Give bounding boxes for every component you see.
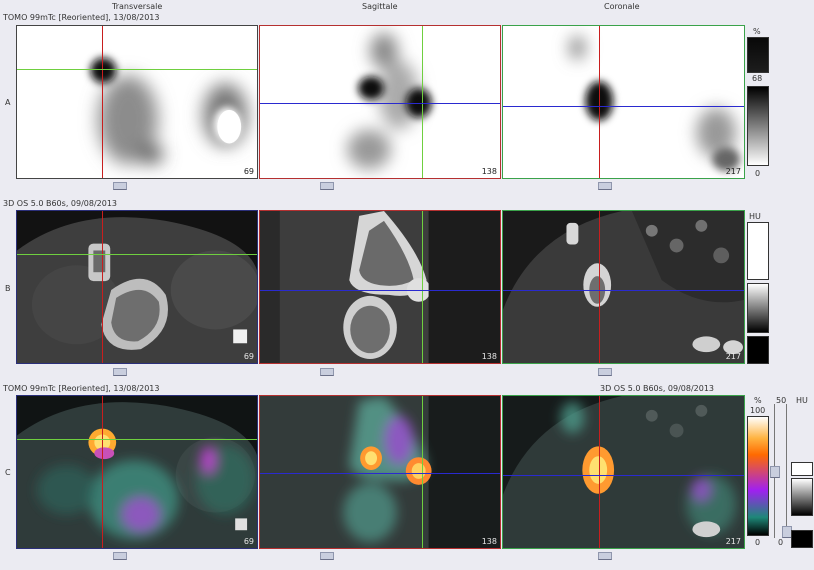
slice-slider-b-sagittal[interactable]: [320, 368, 334, 376]
slice-slider-c-sagittal[interactable]: [320, 552, 334, 560]
slice-number: 217: [725, 537, 741, 546]
fusion-nm-unit: %: [754, 396, 762, 405]
slice-slider-b-coronal[interactable]: [598, 368, 612, 376]
crosshair-horizontal: [503, 475, 744, 476]
row-b-series-label: 3D OS 5.0 B60s, 09/08/2013: [3, 199, 118, 208]
viewport-b-transversal[interactable]: 69: [16, 210, 258, 364]
crosshair-horizontal: [260, 473, 500, 474]
nm-grayscale-bar[interactable]: [747, 86, 769, 166]
slice-slider-b-transversal[interactable]: [113, 368, 127, 376]
slice-slider-a-transversal[interactable]: [113, 182, 127, 190]
header-transversale: Transversale: [112, 2, 163, 11]
row-c-ct-series-label: 3D OS 5.0 B60s, 09/08/2013: [600, 384, 715, 393]
crosshair-vertical: [599, 396, 600, 548]
fusion-ct-track: [786, 404, 787, 538]
row-a-series-label: TOMO 99mTc [Reoriented], 13/08/2013: [3, 13, 160, 22]
fusion-ct-unit: HU: [796, 396, 808, 405]
slice-slider-a-sagittal[interactable]: [320, 182, 334, 190]
slice-slider-a-coronal[interactable]: [598, 182, 612, 190]
slice-slider-c-transversal[interactable]: [113, 552, 127, 560]
header-coronale: Coronale: [604, 2, 640, 11]
crosshair-vertical: [102, 26, 103, 178]
crosshair-horizontal: [17, 254, 257, 255]
viewport-c-transversal[interactable]: 69: [16, 395, 258, 549]
scan-image-a-sagittal: [347, 32, 432, 170]
ct-window-lower[interactable]: [747, 336, 769, 364]
crosshair-horizontal: [260, 103, 500, 104]
slice-number: 69: [243, 352, 254, 361]
scan-image-a-transversal: [90, 57, 248, 165]
viewport-c-sagittal[interactable]: 138: [259, 395, 501, 549]
fusion-mid-value: 50: [776, 396, 787, 405]
slice-number: 217: [725, 352, 741, 361]
header-sagittale: Sagittale: [362, 2, 398, 11]
row-a-label: A: [5, 98, 11, 107]
ct-scale-unit: HU: [749, 212, 761, 221]
crosshair-vertical: [599, 26, 600, 178]
ct-window-upper[interactable]: [747, 222, 769, 280]
fusion-color-bar[interactable]: [747, 416, 769, 536]
scan-image-b-coronal: [503, 211, 744, 363]
crosshair-vertical: [599, 211, 600, 363]
scan-image-c-transversal: [17, 402, 257, 548]
viewport-a-coronal[interactable]: 217: [502, 25, 745, 179]
viewport-b-sagittal[interactable]: 138: [259, 210, 501, 364]
crosshair-vertical: [422, 211, 423, 363]
slice-number: 138: [481, 167, 497, 176]
viewport-a-sagittal[interactable]: 138: [259, 25, 501, 179]
row-c-series-label: TOMO 99mTc [Reoriented], 13/08/2013: [3, 384, 160, 393]
crosshair-horizontal: [260, 290, 500, 291]
row-b-label: B: [5, 284, 11, 293]
scan-image-b-transversal: [17, 217, 257, 363]
scan-image-c-sagittal: [260, 396, 500, 548]
slice-number: 217: [725, 167, 741, 176]
nm-scale-min: 0: [755, 169, 761, 178]
row-c-label: C: [5, 468, 11, 477]
fusion-nm-max: 100: [750, 406, 766, 415]
fusion-ct-window-upper[interactable]: [791, 462, 813, 476]
viewport-a-transversal[interactable]: 69: [16, 25, 258, 179]
fusion-ct-grayscale-bar[interactable]: [791, 478, 813, 516]
nm-window-upper[interactable]: [747, 37, 769, 73]
slice-number: 69: [243, 537, 254, 546]
fusion-ct-window-lower[interactable]: [791, 530, 813, 548]
scan-image-b-sagittal: [260, 211, 500, 363]
nm-scale-unit: %: [753, 27, 761, 36]
ct-grayscale-bar[interactable]: [747, 283, 769, 333]
scan-image-a-coronal: [569, 35, 741, 172]
crosshair-vertical: [422, 396, 423, 548]
nm-scale-level: 68: [752, 74, 763, 83]
slice-number: 69: [243, 167, 254, 176]
fusion-nm-min: 0: [755, 538, 761, 547]
crosshair-vertical: [422, 26, 423, 178]
scan-image-c-coronal: [503, 396, 744, 548]
crosshair-vertical: [102, 211, 103, 363]
crosshair-horizontal: [17, 69, 257, 70]
fusion-ct-min: 0: [778, 538, 784, 547]
crosshair-vertical: [102, 396, 103, 548]
slice-number: 138: [481, 352, 497, 361]
crosshair-horizontal: [17, 439, 257, 440]
viewport-c-coronal[interactable]: 217: [502, 395, 745, 549]
viewport-b-coronal[interactable]: 217: [502, 210, 745, 364]
crosshair-horizontal: [503, 106, 744, 107]
crosshair-horizontal: [503, 290, 744, 291]
slice-slider-c-coronal[interactable]: [598, 552, 612, 560]
fusion-opacity-slider[interactable]: [770, 466, 780, 478]
slice-number: 138: [481, 537, 497, 546]
